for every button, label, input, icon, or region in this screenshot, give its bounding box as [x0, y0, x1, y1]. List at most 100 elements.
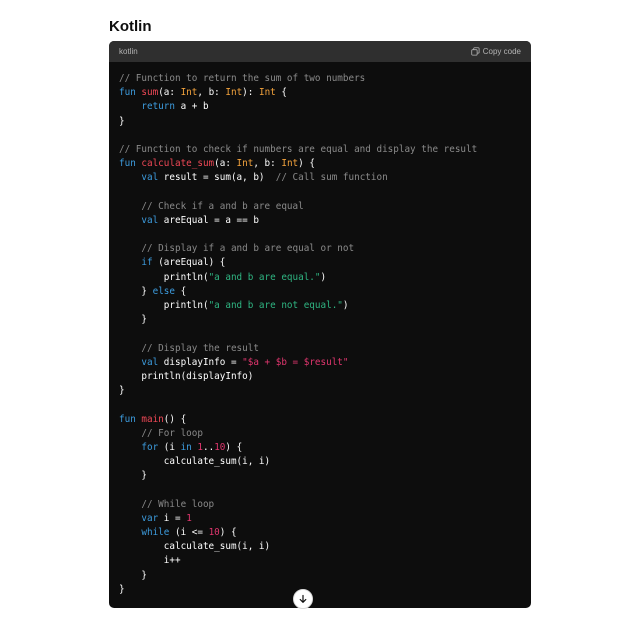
- code-token: val: [141, 356, 159, 368]
- code-line: if (areEqual) {: [119, 256, 521, 270]
- code-token: // Display if a and b are equal or not: [141, 243, 355, 255]
- code-token: in: [180, 441, 192, 453]
- code-line: // Check if a and b are equal: [119, 200, 521, 214]
- code-token: ..: [203, 441, 215, 453]
- code-block: kotlin Copy code // Function to return t…: [109, 41, 531, 608]
- code-token: // While loop: [141, 498, 215, 510]
- scroll-down-button[interactable]: [293, 589, 313, 609]
- code-language-label: kotlin: [119, 47, 138, 56]
- code-token: }: [119, 569, 147, 581]
- code-token: }: [119, 470, 147, 482]
- code-token: (areEqual) {: [152, 257, 226, 269]
- code-token: sum: [141, 87, 159, 99]
- code-line: fun main() {: [119, 413, 521, 427]
- code-token: ) {: [298, 158, 315, 170]
- code-token: 10: [214, 441, 226, 453]
- code-token: println(: [119, 300, 209, 311]
- code-token: "a and b are equal.": [208, 271, 321, 283]
- code-token: val: [141, 214, 159, 226]
- copy-code-button[interactable]: Copy code: [471, 47, 521, 56]
- code-line: }: [119, 115, 521, 129]
- code-line: // Function to check if numbers are equa…: [119, 143, 521, 157]
- code-line: fun sum(a: Int, b: Int): Int {: [119, 86, 521, 100]
- code-token: // For loop: [141, 427, 203, 439]
- code-token: ): [342, 300, 349, 311]
- code-token: ) {: [219, 527, 237, 538]
- code-line: while (i <= 10) {: [119, 526, 521, 540]
- code-line: }: [119, 569, 521, 583]
- code-line: } else {: [119, 285, 521, 299]
- code-token: "a and b are not equal.": [208, 300, 343, 311]
- code-token: while: [141, 527, 170, 538]
- code-token: {: [174, 285, 187, 297]
- code-token: calculate_sum(i, i): [119, 456, 271, 468]
- code-token: // Call sum function: [275, 172, 388, 184]
- code-token: if: [141, 257, 153, 269]
- code-line: // Display the result: [119, 342, 521, 356]
- code-token: displayInfo =: [158, 356, 243, 368]
- code-line: }: [119, 384, 521, 398]
- code-line: fun calculate_sum(a: Int, b: Int) {: [119, 157, 521, 171]
- code-token: val: [141, 172, 159, 184]
- code-token: (a:: [214, 158, 237, 170]
- code-line: i++: [119, 554, 521, 568]
- code-token: Int: [225, 87, 243, 99]
- code-line: println("a and b are equal."): [119, 271, 521, 285]
- page-heading: Kotlin: [109, 18, 152, 35]
- code-line: // Function to return the sum of two num…: [119, 72, 521, 86]
- code-token: (i <=: [169, 527, 209, 538]
- code-token: {: [275, 87, 287, 99]
- code-line: val displayInfo = "$a + $b = $result": [119, 356, 521, 370]
- code-token: }: [119, 285, 153, 297]
- code-line: // While loop: [119, 498, 521, 512]
- code-line: println(displayInfo): [119, 370, 521, 384]
- code-line: val areEqual = a == b: [119, 214, 521, 228]
- code-token: for: [141, 441, 159, 453]
- code-token: Int: [236, 158, 254, 170]
- code-line: for (i in 1..10) {: [119, 441, 521, 455]
- code-line: calculate_sum(i, i): [119, 540, 521, 554]
- code-token: return: [141, 101, 175, 113]
- code-line: }: [119, 583, 521, 597]
- code-line: return a + b: [119, 100, 521, 114]
- code-token: "$a + $b = $result": [242, 356, 349, 368]
- code-content[interactable]: // Function to return the sum of two num…: [109, 62, 531, 597]
- code-line: // For loop: [119, 427, 521, 441]
- code-token: 1: [186, 512, 192, 524]
- code-token: fun: [119, 413, 142, 425]
- code-token: println(displayInfo): [119, 370, 254, 382]
- code-line: }: [119, 313, 521, 327]
- code-token: else: [152, 285, 175, 297]
- code-token: 10: [208, 527, 220, 538]
- code-token: ) {: [225, 441, 243, 453]
- code-token: // Display the result: [141, 342, 259, 354]
- code-token: fun: [119, 87, 142, 99]
- copy-icon: [471, 47, 480, 56]
- code-token: ):: [242, 87, 259, 99]
- code-token: var: [141, 512, 159, 524]
- code-line: calculate_sum(i, i): [119, 455, 521, 469]
- code-token: ): [320, 271, 327, 283]
- code-token: result = sum(a, b): [158, 172, 276, 184]
- code-token: }: [119, 314, 147, 326]
- code-line: var i = 1: [119, 512, 521, 526]
- code-token: i =: [158, 512, 187, 524]
- code-token: , b:: [197, 87, 226, 99]
- code-token: println(: [119, 271, 209, 283]
- code-line: }: [119, 469, 521, 483]
